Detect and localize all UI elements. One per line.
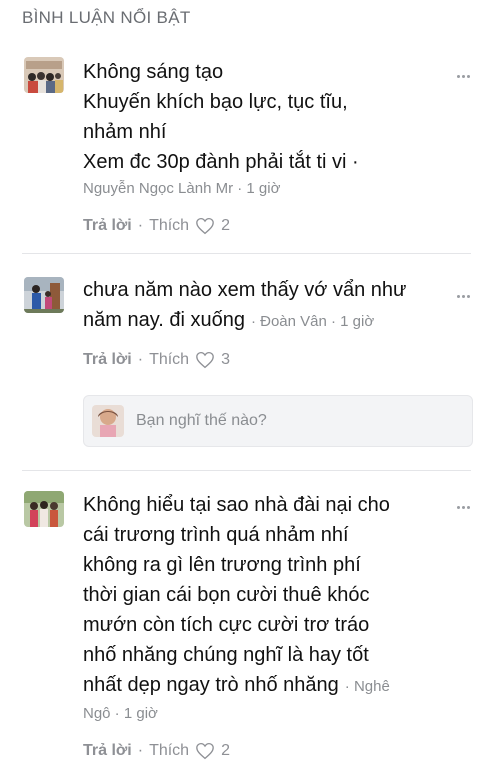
- comment-author-time[interactable]: Nguyễn Ngọc Lành Mr · 1 giờ: [83, 177, 463, 201]
- reply-input[interactable]: [136, 409, 456, 433]
- comment-actions: Trả lời · Thích 3: [83, 349, 230, 371]
- reply-button[interactable]: Trả lời: [83, 742, 132, 760]
- divider: [22, 253, 471, 254]
- like-button[interactable]: Thích: [149, 217, 189, 235]
- comment-actions: Trả lời · Thích 2: [83, 215, 230, 237]
- avatar[interactable]: [24, 57, 64, 93]
- comment-text-fragment: năm nay. đi xuống: [83, 309, 245, 331]
- heart-outline-icon[interactable]: [195, 351, 215, 369]
- separator-dot: ·: [137, 351, 144, 368]
- comment-text-line: năm nay. đi xuống · Đoàn Vân · 1 giờ: [83, 305, 463, 337]
- comment-text-fragment: nhất dẹp ngay trò nhố nhăng: [83, 674, 339, 696]
- comment-text-line: cái trương trình quá nhảm nhí: [83, 524, 349, 546]
- like-button[interactable]: Thích: [149, 742, 189, 760]
- comment-text-line: không ra gì lên trương trình phí: [83, 554, 361, 576]
- more-dots-icon[interactable]: [457, 496, 475, 509]
- comment-text-line: thời gian cái bọn cười thuê khóc: [83, 584, 370, 606]
- comment-text-line: nhất dẹp ngay trò nhố nhăng · Nghê: [83, 670, 463, 702]
- comment-text-line: Xem đc 30p đành phải tắt ti vi ·: [83, 151, 359, 173]
- comment-text-line: Khuyến khích bạo lực, tục tĩu,: [83, 91, 348, 113]
- separator-dot: ·: [137, 217, 144, 234]
- comment-author-time[interactable]: Ngô · 1 giờ: [83, 702, 463, 726]
- like-count: 2: [221, 217, 230, 234]
- comment-text-line: Không sáng tạo: [83, 61, 224, 83]
- comment-text-line: chưa năm nào xem thấy vớ vẩn như: [83, 279, 407, 301]
- comment-text-line: Không hiểu tại sao nhà đài nại cho: [83, 494, 390, 516]
- comment-text-line: nhố nhăng chúng nghĩ là hay tốt: [83, 644, 369, 666]
- reply-button[interactable]: Trả lời: [83, 217, 132, 235]
- comment-text-line: mướn còn tích cực cười trơ tráo: [83, 614, 370, 636]
- divider: [22, 470, 471, 471]
- avatar[interactable]: [24, 491, 64, 527]
- like-count: 3: [221, 351, 230, 368]
- comments-page: BÌNH LUẬN NỔI BẬT Không sáng tạo Khuyến …: [0, 0, 493, 768]
- current-user-avatar: [92, 405, 124, 437]
- reply-button[interactable]: Trả lời: [83, 351, 132, 369]
- comment-text-line: nhảm nhí: [83, 121, 167, 143]
- comment-author-name[interactable]: · Nghê: [345, 678, 390, 695]
- avatar[interactable]: [24, 277, 64, 313]
- separator-dot: ·: [137, 742, 144, 759]
- more-dots-icon[interactable]: [457, 65, 475, 78]
- comment-author-time[interactable]: · Đoàn Vân · 1 giờ: [251, 313, 374, 330]
- heart-outline-icon[interactable]: [195, 217, 215, 235]
- section-title: BÌNH LUẬN NỔI BẬT: [22, 8, 191, 27]
- heart-outline-icon[interactable]: [195, 742, 215, 760]
- comment-actions: Trả lời · Thích 2: [83, 740, 230, 762]
- like-button[interactable]: Thích: [149, 351, 189, 369]
- like-count: 2: [221, 742, 230, 759]
- more-dots-icon[interactable]: [457, 285, 475, 298]
- reply-composer[interactable]: [83, 395, 473, 447]
